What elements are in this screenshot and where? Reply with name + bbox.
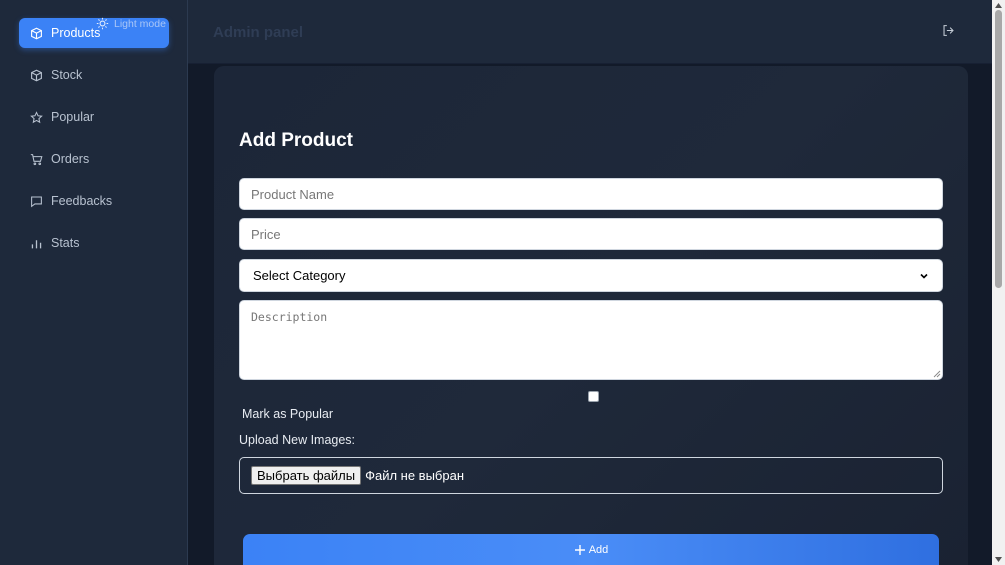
sidebar-item-stock[interactable]: Stock: [19, 60, 169, 90]
sidebar-item-feedbacks[interactable]: Feedbacks: [19, 186, 169, 216]
page-scrollbar[interactable]: [992, 0, 1005, 565]
mark-popular-label: Mark as Popular: [242, 407, 334, 421]
file-status-text: Файл не выбран: [365, 468, 465, 483]
sidebar-item-label: Popular: [51, 110, 95, 124]
mark-popular-checkbox[interactable]: [588, 391, 599, 402]
description-textarea[interactable]: [239, 300, 943, 380]
sidebar-item-orders[interactable]: Orders: [19, 144, 169, 174]
sidebar-item-popular[interactable]: Popular: [19, 102, 169, 132]
scroll-thumb[interactable]: [995, 10, 1002, 288]
scroll-up-arrow[interactable]: [995, 2, 1002, 8]
bar-chart-icon: [30, 237, 43, 250]
sun-icon: [96, 17, 109, 30]
plus-icon: [574, 544, 585, 555]
product-name-input[interactable]: [239, 178, 943, 210]
form-title: Add Product: [239, 130, 353, 151]
scroll-down-arrow[interactable]: [995, 556, 1002, 562]
logout-button[interactable]: [940, 22, 956, 38]
triangle-down-icon: [995, 556, 1002, 562]
theme-toggle-label: Light mode: [114, 17, 166, 30]
choose-files-button[interactable]: Выбрать файлы: [251, 466, 362, 485]
triangle-up-icon: [995, 2, 1002, 8]
add-product-button[interactable]: Add: [243, 534, 939, 565]
chevron-down-icon: [920, 273, 928, 279]
page-title: Admin panel: [213, 24, 304, 41]
sidebar-item-stats[interactable]: Stats: [19, 228, 169, 258]
price-input[interactable]: [239, 218, 943, 250]
logout-icon: [943, 24, 954, 36]
star-icon: [30, 110, 43, 124]
category-select-value: Select Category: [253, 268, 346, 283]
box-icon: [30, 27, 43, 40]
file-upload-field[interactable]: Выбрать файлы Файл не выбран: [239, 457, 943, 494]
add-button-label: Add: [588, 543, 609, 556]
resize-grip-icon[interactable]: [933, 370, 941, 378]
sidebar-item-label: Stock: [51, 68, 83, 82]
top-header: Admin panel: [188, 0, 992, 64]
sidebar: Products Light mode Stock Popular Orders…: [0, 0, 188, 565]
chat-icon: [30, 195, 43, 208]
cart-icon: [30, 153, 43, 166]
theme-toggle[interactable]: Light mode: [96, 17, 166, 30]
sidebar-item-label: Stats: [51, 236, 80, 250]
category-select[interactable]: Select Category: [239, 259, 943, 292]
upload-images-label: Upload New Images:: [239, 433, 356, 447]
sidebar-item-label: Products: [51, 26, 101, 40]
sidebar-item-label: Orders: [51, 152, 90, 166]
sidebar-item-label: Feedbacks: [51, 194, 113, 208]
cube-icon: [30, 69, 43, 82]
